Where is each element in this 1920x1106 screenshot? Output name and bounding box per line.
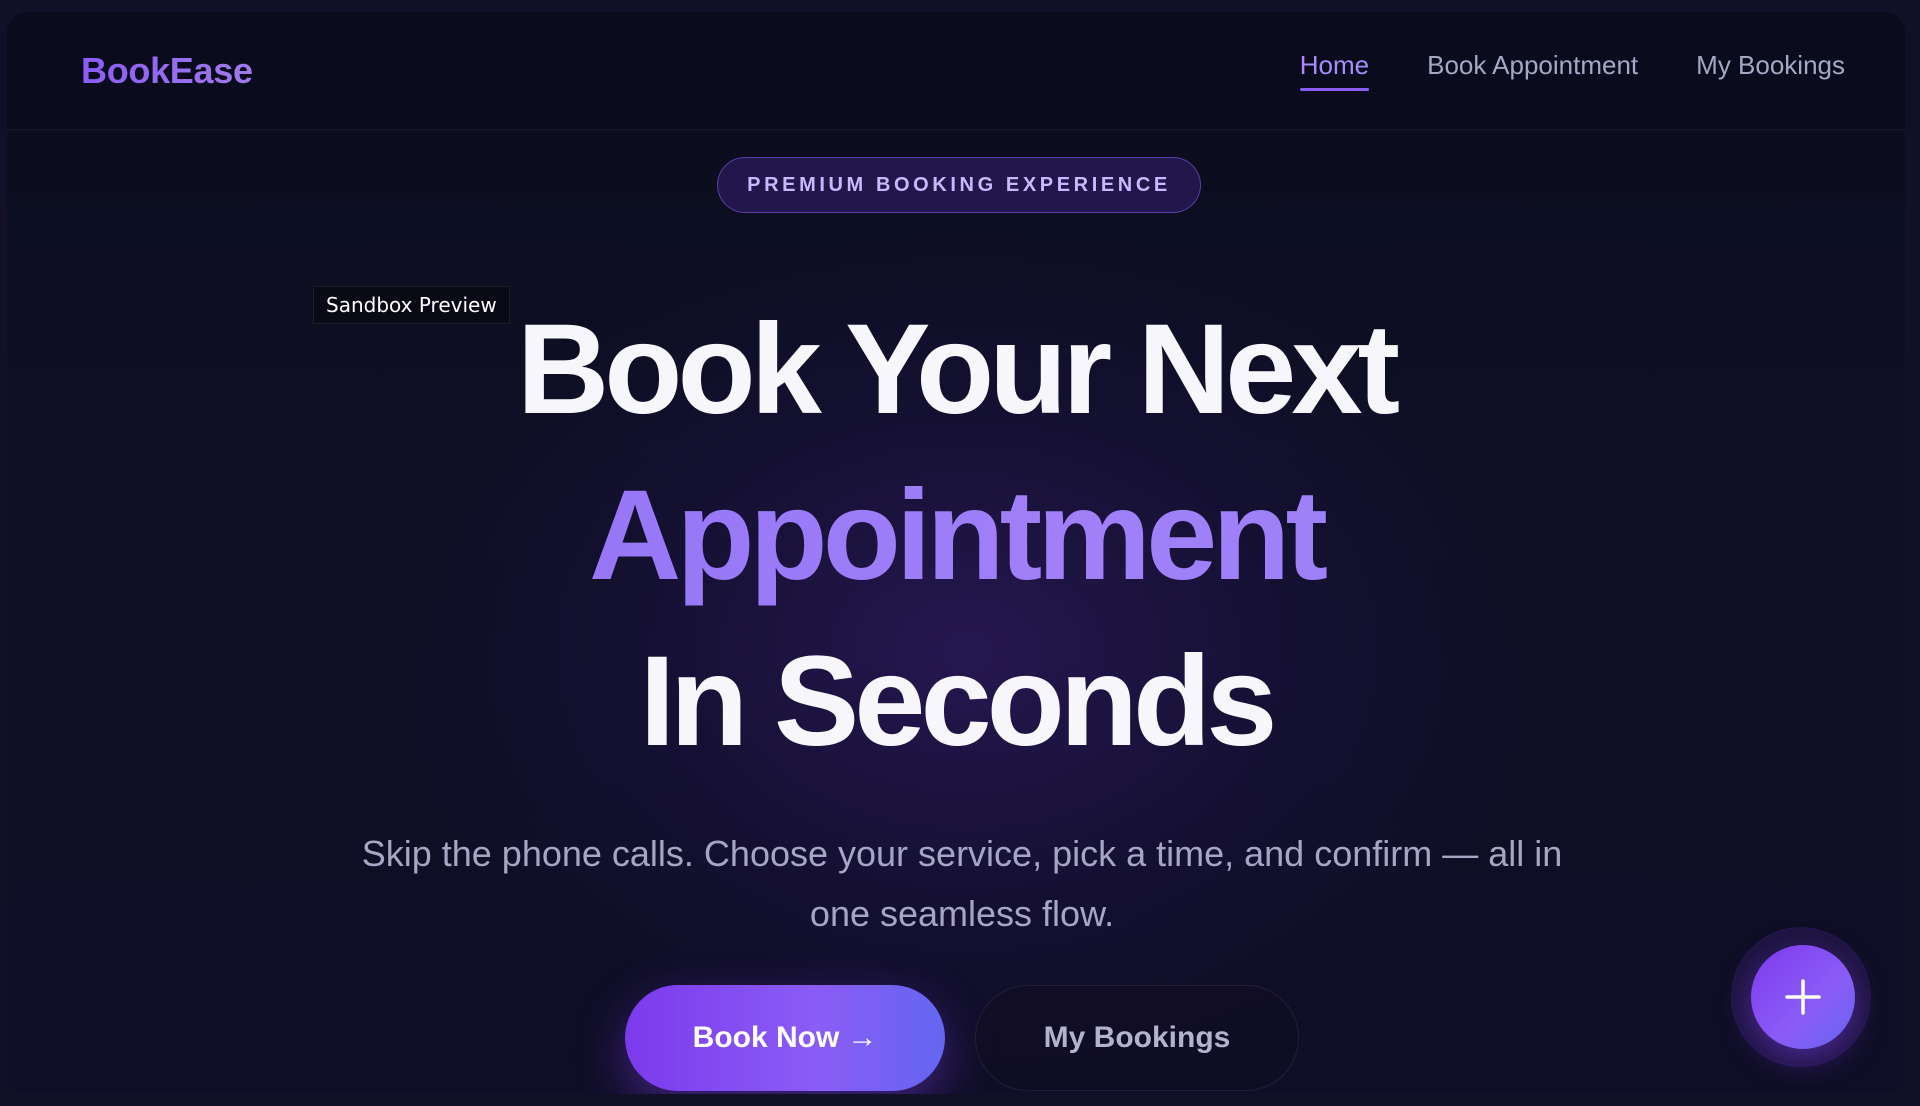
my-bookings-label: My Bookings: [1043, 1021, 1231, 1054]
premium-badge: PREMIUM BOOKING EXPERIENCE: [717, 157, 1201, 213]
hero-subtext: Skip the phone calls. Choose your servic…: [357, 824, 1567, 944]
headline-line-3: In Seconds: [639, 630, 1278, 773]
arrow-right-icon: →: [847, 1021, 878, 1054]
subtext-line-1: Skip the phone calls. Choose your servic…: [361, 833, 1563, 874]
nav-links: Home Book Appointment My Bookings: [1299, 50, 1845, 91]
hero-headline: Book Your Next Appointment In Seconds: [7, 287, 1905, 785]
sandbox-preview-label: Sandbox Preview: [313, 286, 510, 324]
app-window: BookEase Home Book Appointment My Bookin…: [7, 12, 1905, 1094]
my-bookings-button[interactable]: My Bookings: [975, 985, 1299, 1091]
subtext-line-2: one seamless flow.: [809, 893, 1115, 934]
nav-link-home[interactable]: Home: [1299, 50, 1370, 91]
headline-line-2-accent: Appointment: [7, 453, 1905, 619]
top-navbar: BookEase Home Book Appointment My Bookin…: [7, 12, 1905, 130]
brand-logo[interactable]: BookEase: [81, 50, 253, 92]
book-now-label: Book Now: [692, 1021, 840, 1054]
add-fab-button[interactable]: [1751, 945, 1855, 1049]
nav-link-book-appointment[interactable]: Book Appointment: [1427, 50, 1638, 91]
headline-line-1: Book Your Next: [516, 298, 1400, 441]
book-now-button[interactable]: Book Now →: [625, 985, 945, 1091]
nav-link-my-bookings[interactable]: My Bookings: [1696, 50, 1845, 91]
plus-icon: [1785, 979, 1821, 1015]
